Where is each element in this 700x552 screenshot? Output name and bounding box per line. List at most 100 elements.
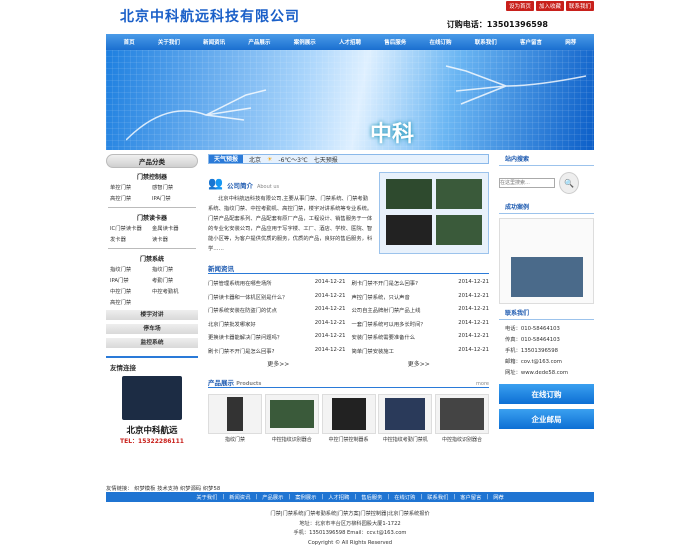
nav-order[interactable]: 在线订购 — [429, 38, 451, 46]
nav-about[interactable]: 关于我们 — [158, 38, 180, 46]
set-homepage-link[interactable]: 设为首页 — [505, 1, 534, 11]
product-name[interactable]: 指纹门禁 — [225, 437, 245, 443]
nav-products[interactable]: 产品展示 — [248, 38, 270, 46]
footer-address: 地址：北京市丰台区万柳科园股大厦1-1722 — [299, 520, 401, 527]
contact-website[interactable]: 网址：www.dede58.com — [505, 368, 594, 379]
footer-nav-link[interactable]: 在线订购 — [394, 493, 415, 501]
main-nav: 首页 关于我们 新闻资讯 产品展示 案例展示 人才招聘 售后服务 在线订购 联系… — [106, 34, 594, 50]
product-name[interactable]: 中控指纹识别器合 — [442, 437, 482, 443]
nav-cases[interactable]: 案例展示 — [294, 38, 316, 46]
nav-message[interactable]: 客户留言 — [520, 38, 542, 46]
category-bar[interactable]: 停车场 — [106, 324, 198, 334]
category-link[interactable]: 中控门禁 — [110, 287, 152, 295]
news-item-title[interactable]: 安装门禁系统需要准备什么 — [352, 333, 416, 341]
news-title: 新闻资讯 — [208, 265, 234, 273]
news-item[interactable]: 一套门禁系统可以用多长时间？ 2014-12-21 — [352, 320, 490, 328]
company-logo: 北京中科航远科技有限公司 — [120, 9, 300, 25]
news-more-link[interactable]: 更多>> — [267, 359, 289, 368]
news-item-title[interactable]: 门禁管理系统用在哪些场所 — [208, 279, 272, 287]
order-phone: 订购电话：13501396598 — [446, 20, 548, 29]
weather-forecast-link[interactable]: 七天预报 — [314, 155, 338, 164]
nav-news[interactable]: 新闻资讯 — [203, 38, 225, 46]
news-item-title[interactable]: 公司自主品牌射门禁产品上线 — [352, 306, 421, 314]
enterprise-mail-button[interactable]: 企业邮局 — [499, 409, 594, 429]
product-card[interactable]: 中控指纹考勤门禁机 — [378, 393, 433, 443]
product-card[interactable]: 指纹门禁 — [208, 393, 262, 443]
search-icon: 🔍 — [564, 178, 574, 188]
news-item-title[interactable]: 门禁系统安装在防盗门的优点 — [208, 306, 277, 314]
category-link[interactable]: 高控门禁 — [110, 298, 152, 306]
product-card[interactable]: 中控指纹识别器合 — [264, 393, 319, 443]
news-item[interactable]: 安装门禁系统需要准备什么 2014-12-21 — [352, 333, 490, 341]
category-link[interactable]: 中控考勤机 — [152, 287, 194, 295]
news-item[interactable]: 简单门禁安装施工 2014-12-21 — [352, 347, 490, 355]
category-link[interactable]: 指纹门禁 — [110, 265, 152, 273]
news-item-title[interactable]: 更换读卡器能解决门禁问题吗？ — [208, 333, 282, 341]
nav-service[interactable]: 售后服务 — [384, 38, 406, 46]
footer-nav-link[interactable]: 新闻资讯 — [229, 493, 250, 501]
news-item[interactable]: 声控门禁系统，只认声音 2014-12-21 — [352, 293, 490, 301]
right-sidebar: 站内搜索 🔍 成功案例 联系我们 电话：010-58464103 传真：010-… — [499, 154, 594, 429]
news-item-date: 2014-12-21 — [458, 319, 489, 326]
category-bar[interactable]: 楼宇对讲 — [106, 310, 198, 320]
products-more-link[interactable]: more — [476, 381, 489, 387]
footer-nav-link[interactable]: 网荐 — [493, 493, 504, 501]
news-item[interactable]: 门禁管理系统用在哪些场所 2014-12-21 — [208, 279, 346, 287]
category-link[interactable]: 高控门禁 — [110, 194, 152, 202]
news-item-date: 2014-12-21 — [458, 346, 489, 353]
contact-title: 联系我们 — [499, 308, 594, 320]
news-item[interactable]: 刷卡门禁不开门是怎么回事? 2014-12-21 — [352, 279, 490, 287]
news-item[interactable]: 门禁读卡器和一体机区别是什么？ 2014-12-21 — [208, 293, 346, 301]
category-link[interactable]: 发卡器 — [110, 235, 152, 243]
product-name[interactable]: 中控指纹考勤门禁机 — [383, 437, 428, 443]
about-product-image — [379, 172, 489, 254]
contact-link[interactable]: 联系我们 — [565, 1, 594, 11]
add-favorite-link[interactable]: 加入收藏 — [535, 1, 564, 11]
footer-nav-link[interactable]: 人才招聘 — [328, 493, 349, 501]
news-item-title[interactable]: 门禁读卡器和一体机区别是什么？ — [208, 293, 287, 301]
search-button[interactable]: 🔍 — [559, 172, 579, 194]
nav-contact[interactable]: 联系我们 — [475, 38, 497, 46]
sun-icon: ☀ — [267, 155, 273, 163]
news-item-title[interactable]: 一套门禁系统可以用多长时间？ — [352, 320, 426, 328]
category-link[interactable]: 单控门禁 — [110, 183, 152, 191]
product-card[interactable]: 中控指纹识别器合 — [435, 393, 489, 443]
news-item-title[interactable]: 简单门禁安装施工 — [352, 347, 394, 355]
online-order-button[interactable]: 在线订购 — [499, 384, 594, 404]
category-link[interactable]: 金属读卡器 — [152, 224, 194, 232]
category-link[interactable]: IPA门禁 — [110, 276, 152, 284]
product-name[interactable]: 中控指纹识别器合 — [272, 437, 312, 443]
news-item-title[interactable]: 北京门禁批发哪家好 — [208, 320, 256, 328]
news-item-title[interactable]: 刷卡门禁不开门是怎么回事? — [352, 279, 418, 287]
news-item-title[interactable]: 声控门禁系统，只认声音 — [352, 293, 410, 301]
nav-home[interactable]: 首页 — [124, 38, 135, 46]
category-bar[interactable]: 监控系统 — [106, 338, 198, 348]
product-name[interactable]: 中控门禁控制器系 — [328, 437, 368, 443]
news-item-title[interactable]: 刷卡门禁不开门是怎么回事? — [208, 347, 274, 355]
news-item[interactable]: 更换读卡器能解决门禁问题吗？ 2014-12-21 — [208, 333, 346, 341]
news-item[interactable]: 北京门禁批发哪家好 2014-12-21 — [208, 320, 346, 328]
category-link[interactable]: 读卡器 — [152, 235, 194, 243]
search-input[interactable] — [499, 178, 555, 188]
category-link[interactable]: IC门禁读卡器 — [110, 224, 152, 232]
category-link[interactable]: IPA门禁 — [152, 194, 194, 202]
news-item-date: 2014-12-21 — [314, 292, 346, 299]
category-link[interactable]: 指纹门禁 — [152, 265, 194, 273]
nav-recommend[interactable]: 网荐 — [565, 38, 576, 46]
news-item[interactable]: 刷卡门禁不开门是怎么回事? 2014-12-21 — [208, 347, 346, 355]
product-card[interactable]: 中控门禁控制器系 — [321, 393, 376, 443]
news-more-link-right[interactable]: 更多>> — [408, 359, 430, 368]
friend-links: 友情链接： 织梦模板 技术支持 织梦源码 织梦58 — [106, 484, 594, 492]
footer-nav-link[interactable]: 客户留言 — [460, 493, 481, 501]
footer-nav-link[interactable]: 联系我们 — [427, 493, 448, 501]
news-item[interactable]: 公司自主品牌射门禁产品上线 2014-12-21 — [352, 306, 490, 314]
people-icon: 👥 — [208, 176, 223, 190]
category-link[interactable]: 考勤门禁 — [152, 276, 194, 284]
footer-nav-link[interactable]: 售后服务 — [361, 493, 382, 501]
footer-nav-link[interactable]: 关于我们 — [196, 493, 217, 501]
news-item[interactable]: 门禁系统安装在防盗门的优点 2014-12-21 — [208, 306, 346, 314]
footer-nav-link[interactable]: 产品展示 — [262, 493, 283, 501]
nav-jobs[interactable]: 人才招聘 — [339, 38, 361, 46]
footer-nav-link[interactable]: 案例展示 — [295, 493, 316, 501]
category-link[interactable]: 感智门禁 — [152, 183, 194, 191]
